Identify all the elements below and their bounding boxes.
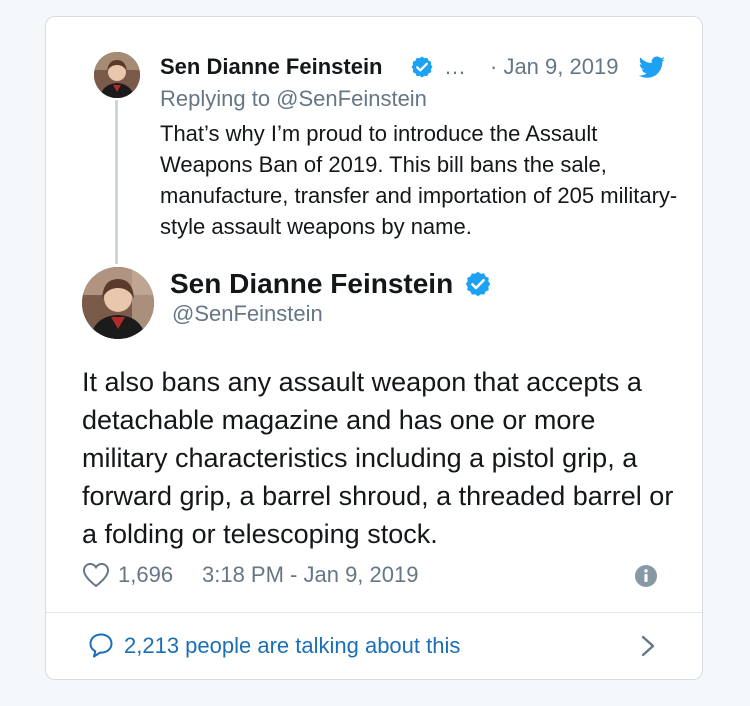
more-ellipsis[interactable]: … <box>444 54 466 80</box>
parent-avatar[interactable] <box>94 52 140 98</box>
like-count[interactable]: 1,696 <box>118 562 173 588</box>
chevron-right-icon[interactable] <box>640 634 656 658</box>
footer-divider <box>46 612 702 613</box>
parent-author-name[interactable]: Sen Dianne Feinstein <box>160 54 383 80</box>
main-author-handle[interactable]: @SenFeinstein <box>172 301 323 327</box>
parent-tweet-text: That’s why I’m proud to introduce the As… <box>160 121 678 239</box>
speech-bubble-icon[interactable] <box>88 632 114 658</box>
talking-about-link[interactable]: 2,213 people are talking about this <box>124 633 460 659</box>
thread-line <box>115 100 118 264</box>
main-author-name[interactable]: Sen Dianne Feinstein <box>170 268 453 300</box>
twitter-bird-icon[interactable] <box>638 56 666 80</box>
parent-date[interactable]: · Jan 9, 2019 <box>490 54 618 80</box>
tweet-timestamp[interactable]: 3:18 PM - Jan 9, 2019 <box>202 562 418 588</box>
avatar-image <box>82 267 154 339</box>
verified-badge-icon <box>411 56 433 78</box>
verified-badge-icon <box>465 271 491 297</box>
main-tweet-text: It also bans any assault weapon that acc… <box>82 367 674 549</box>
replying-to[interactable]: Replying to @SenFeinstein <box>160 86 427 112</box>
avatar-image <box>94 52 140 98</box>
main-avatar[interactable] <box>82 267 154 339</box>
info-icon[interactable] <box>634 564 658 588</box>
heart-icon[interactable] <box>82 562 110 588</box>
